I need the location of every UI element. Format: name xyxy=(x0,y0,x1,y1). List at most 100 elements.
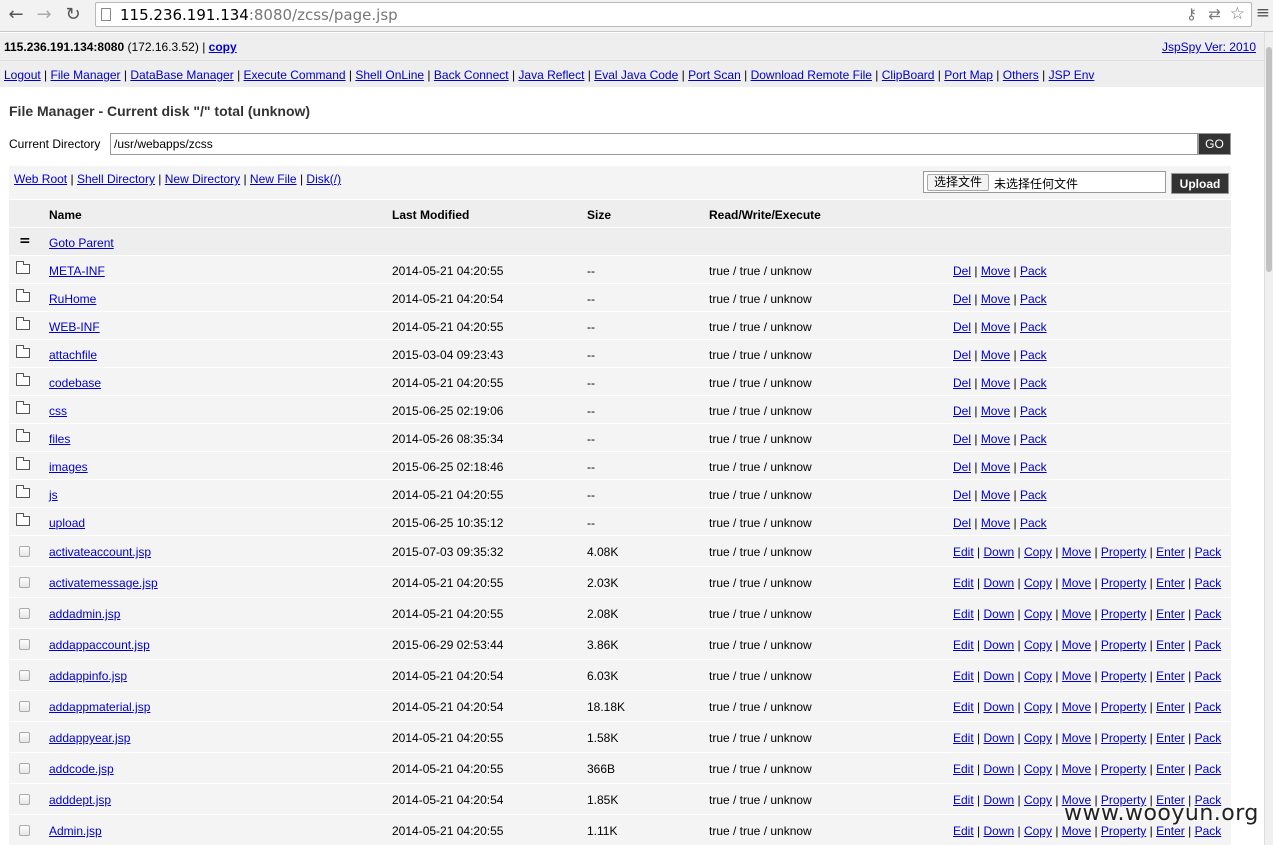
action-link[interactable]: Edit xyxy=(953,762,974,776)
action-link[interactable]: Move xyxy=(981,516,1010,530)
action-link[interactable]: Property xyxy=(1101,731,1146,745)
directory-name-link[interactable]: css xyxy=(49,404,67,418)
action-link[interactable]: Edit xyxy=(953,638,974,652)
select-checkbox[interactable] xyxy=(19,608,30,619)
file-name-link[interactable]: addadmin.jsp xyxy=(49,607,120,621)
directory-name-link[interactable]: attachfile xyxy=(49,348,97,362)
address-bar[interactable]: 115.236.191.134:8080/zcss/page.jsp ⚷ ⇄ ☆ xyxy=(95,2,1252,27)
action-link[interactable]: Pack xyxy=(1020,264,1047,278)
action-link[interactable]: Del xyxy=(953,516,971,530)
action-link[interactable]: Move xyxy=(981,292,1010,306)
action-link[interactable]: Edit xyxy=(953,793,974,807)
action-link[interactable]: Move xyxy=(1062,607,1091,621)
translate-icon[interactable]: ⇄ xyxy=(1208,5,1221,23)
select-checkbox[interactable] xyxy=(19,732,30,743)
action-link[interactable]: Move xyxy=(981,404,1010,418)
action-link[interactable]: Del xyxy=(953,264,971,278)
select-checkbox[interactable] xyxy=(19,701,30,712)
action-link[interactable]: Pack xyxy=(1195,576,1222,590)
action-link[interactable]: Pack xyxy=(1020,432,1047,446)
action-link[interactable]: Enter xyxy=(1156,545,1185,559)
file-upload-field[interactable]: 选择文件 未选择任何文件 xyxy=(923,171,1166,193)
action-link[interactable]: Pack xyxy=(1020,516,1047,530)
action-link[interactable]: Copy xyxy=(1024,607,1052,621)
action-link[interactable]: Del xyxy=(953,320,971,334)
directory-name-link[interactable]: upload xyxy=(49,516,85,530)
action-link[interactable]: Enter xyxy=(1156,700,1185,714)
action-link[interactable]: Edit xyxy=(953,669,974,683)
action-link[interactable]: Down xyxy=(983,762,1014,776)
action-link[interactable]: Move xyxy=(1062,762,1091,776)
nav-link[interactable]: Others xyxy=(1003,68,1039,82)
action-link[interactable]: Copy xyxy=(1024,700,1052,714)
action-link[interactable]: Edit xyxy=(953,824,974,838)
action-link[interactable]: Copy xyxy=(1024,824,1052,838)
action-link[interactable]: Move xyxy=(1062,824,1091,838)
action-link[interactable]: Property xyxy=(1101,700,1146,714)
version-link[interactable]: JspSpy Ver: 2010 xyxy=(1162,40,1256,54)
action-link[interactable]: Down xyxy=(983,793,1014,807)
action-link[interactable]: Enter xyxy=(1156,576,1185,590)
action-link[interactable]: Down xyxy=(983,669,1014,683)
action-link[interactable]: Move xyxy=(981,348,1010,362)
directory-name-link[interactable]: codebase xyxy=(49,376,101,390)
action-link[interactable]: Copy xyxy=(1024,638,1052,652)
action-link[interactable]: Property xyxy=(1101,638,1146,652)
action-link[interactable]: Move xyxy=(981,488,1010,502)
directory-name-link[interactable]: files xyxy=(49,432,70,446)
quick-link[interactable]: New File xyxy=(250,172,297,186)
action-link[interactable]: Pack xyxy=(1020,320,1047,334)
action-link[interactable]: Move xyxy=(1062,638,1091,652)
select-checkbox[interactable] xyxy=(19,825,30,836)
action-link[interactable]: Down xyxy=(983,700,1014,714)
file-name-link[interactable]: activatemessage.jsp xyxy=(49,576,158,590)
action-link[interactable]: Enter xyxy=(1156,638,1185,652)
action-link[interactable]: Del xyxy=(953,460,971,474)
file-name-link[interactable]: addappaccount.jsp xyxy=(49,638,150,652)
action-link[interactable]: Pack xyxy=(1195,607,1222,621)
action-link[interactable]: Enter xyxy=(1156,669,1185,683)
key-icon[interactable]: ⚷ xyxy=(1186,5,1197,23)
action-link[interactable]: Pack xyxy=(1020,348,1047,362)
current-directory-input[interactable] xyxy=(110,133,1198,155)
action-link[interactable]: Copy xyxy=(1024,576,1052,590)
action-link[interactable]: Del xyxy=(953,376,971,390)
action-link[interactable]: Edit xyxy=(953,545,974,559)
action-link[interactable]: Edit xyxy=(953,700,974,714)
select-checkbox[interactable] xyxy=(19,639,30,650)
action-link[interactable]: Pack xyxy=(1195,824,1222,838)
action-link[interactable]: Down xyxy=(983,607,1014,621)
scrollbar-thumb[interactable] xyxy=(1266,47,1272,272)
action-link[interactable]: Move xyxy=(981,460,1010,474)
action-link[interactable]: Move xyxy=(1062,700,1091,714)
select-checkbox[interactable] xyxy=(19,794,30,805)
action-link[interactable]: Move xyxy=(981,432,1010,446)
file-name-link[interactable]: addappinfo.jsp xyxy=(49,669,127,683)
action-link[interactable]: Pack xyxy=(1020,488,1047,502)
file-name-link[interactable]: activateaccount.jsp xyxy=(49,545,151,559)
nav-link[interactable]: Port Scan xyxy=(688,68,741,82)
action-link[interactable]: Del xyxy=(953,432,971,446)
bookmark-star-icon[interactable]: ☆ xyxy=(1230,4,1245,24)
action-link[interactable]: Copy xyxy=(1024,762,1052,776)
goto-parent-link[interactable]: Goto Parent xyxy=(49,236,114,250)
action-link[interactable]: Pack xyxy=(1195,669,1222,683)
directory-name-link[interactable]: js xyxy=(49,488,58,502)
action-link[interactable]: Pack xyxy=(1195,700,1222,714)
action-link[interactable]: Edit xyxy=(953,607,974,621)
file-name-link[interactable]: addcode.jsp xyxy=(49,762,114,776)
action-link[interactable]: Pack xyxy=(1195,762,1222,776)
nav-link[interactable]: File Manager xyxy=(51,68,121,82)
directory-name-link[interactable]: META-INF xyxy=(49,264,105,278)
go-button[interactable]: GO xyxy=(1198,133,1231,155)
copy-link[interactable]: copy xyxy=(209,40,237,54)
action-link[interactable]: Property xyxy=(1101,762,1146,776)
select-checkbox[interactable] xyxy=(19,763,30,774)
browser-menu-icon[interactable]: ≡ xyxy=(1256,3,1270,23)
action-link[interactable]: Edit xyxy=(953,731,974,745)
directory-name-link[interactable]: RuHome xyxy=(49,292,96,306)
nav-link[interactable]: JSP Env xyxy=(1049,68,1095,82)
action-link[interactable]: Del xyxy=(953,348,971,362)
directory-name-link[interactable]: images xyxy=(49,460,88,474)
nav-link[interactable]: Shell OnLine xyxy=(355,68,424,82)
